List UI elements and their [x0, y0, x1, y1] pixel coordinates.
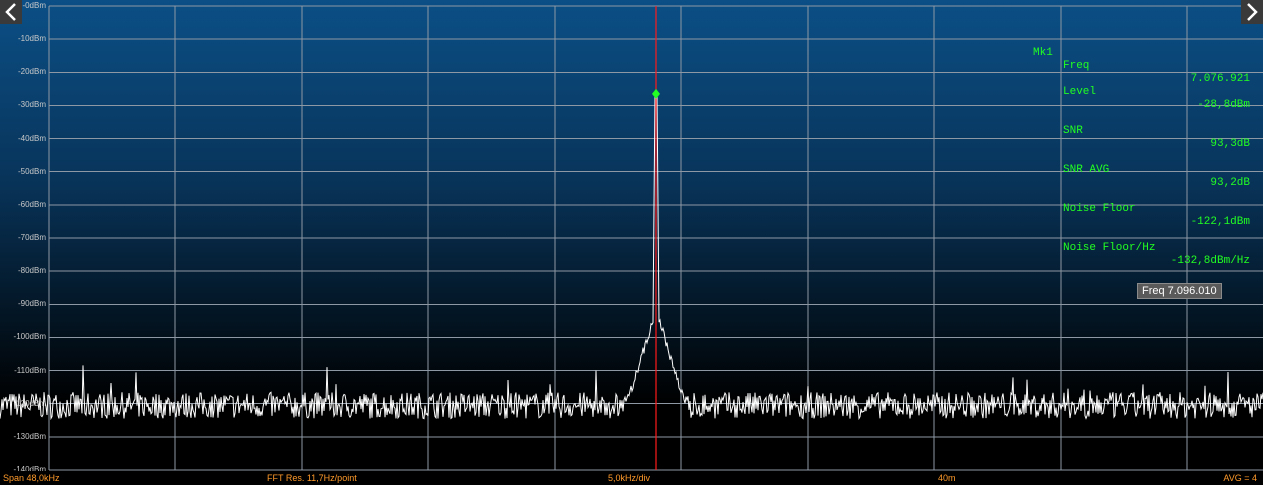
y-tick-label: -110dBm — [14, 365, 46, 375]
marker-row-noise-floor-hz: Noise Floor/Hz -132,8dBm/Hz — [1033, 229, 1253, 267]
y-tick-label: -20dBm — [17, 67, 46, 77]
y-tick-label: -70dBm — [17, 233, 46, 242]
marker-field-value: -122,1dBm — [1190, 216, 1250, 228]
y-tick-label: -40dBm — [17, 133, 46, 143]
y-tick-label: -100dBm — [13, 332, 46, 342]
marker-field-name: SNR — [1063, 125, 1083, 137]
y-tick-label: -130dBm — [13, 431, 46, 441]
marker-point — [652, 88, 660, 99]
marker-field-name: SNR AVG — [1063, 164, 1110, 176]
band-label: 40m — [938, 473, 956, 483]
marker-field-name: Level — [1063, 86, 1097, 98]
marker-field-value: 93,3dB — [1210, 138, 1250, 150]
avg-label: AVG = 4 — [1223, 473, 1257, 483]
marker-row-snr-avg: SNR AVG 93,2dB — [1033, 151, 1253, 189]
marker-row-noise-floor: Noise Floor -122,1dBm — [1033, 190, 1253, 228]
prev-button[interactable] — [0, 0, 22, 24]
frequency-tooltip: Freq 7.096.010 — [1137, 283, 1222, 299]
status-bar: Span 48,0kHz FFT Res. 11,7Hz/point 5,0kH… — [0, 471, 1263, 485]
span-label: Span 48,0kHz — [3, 473, 60, 483]
marker-field-name: Noise Floor/Hz — [1063, 242, 1156, 254]
y-tick-label: -60dBm — [17, 199, 46, 209]
marker-field-value: -28,8dBm — [1197, 99, 1250, 111]
marker-label: Mk1 — [1033, 47, 1053, 59]
y-tick-label: -80dBm — [17, 266, 46, 276]
y-tick-label: -10dBm — [17, 34, 46, 44]
y-tick-label: -30dBm — [17, 100, 46, 110]
marker-row-level: Level -28,8dBm — [1033, 73, 1253, 111]
fft-resolution-label: FFT Res. 11,7Hz/point — [267, 473, 357, 483]
marker-field-name: Freq — [1063, 60, 1090, 72]
marker-readout: Mk1 Freq 7.076.921 Level -28,8dBm SNR 93… — [1033, 8, 1253, 268]
y-tick-label: -90dBm — [17, 299, 46, 309]
div-label: 5,0kHz/div — [608, 473, 651, 483]
marker-field-value: 93,2dB — [1210, 177, 1250, 189]
y-tick-label: -120dBm — [13, 398, 46, 408]
chevron-left-icon — [5, 3, 16, 21]
marker-field-value: -132,8dBm/Hz — [1170, 255, 1250, 267]
marker-row-freq: Mk1 Freq 7.076.921 — [1033, 34, 1253, 85]
marker-field-name: Noise Floor — [1063, 203, 1136, 215]
y-tick-label: -50dBm — [17, 166, 46, 176]
spectrum-plot[interactable]: -0dBm -10dBm -20dBm -30dBm -40dBm -50dBm -60dB… — [0, 0, 1263, 474]
marker-row-snr: SNR 93,3dB — [1033, 112, 1253, 150]
